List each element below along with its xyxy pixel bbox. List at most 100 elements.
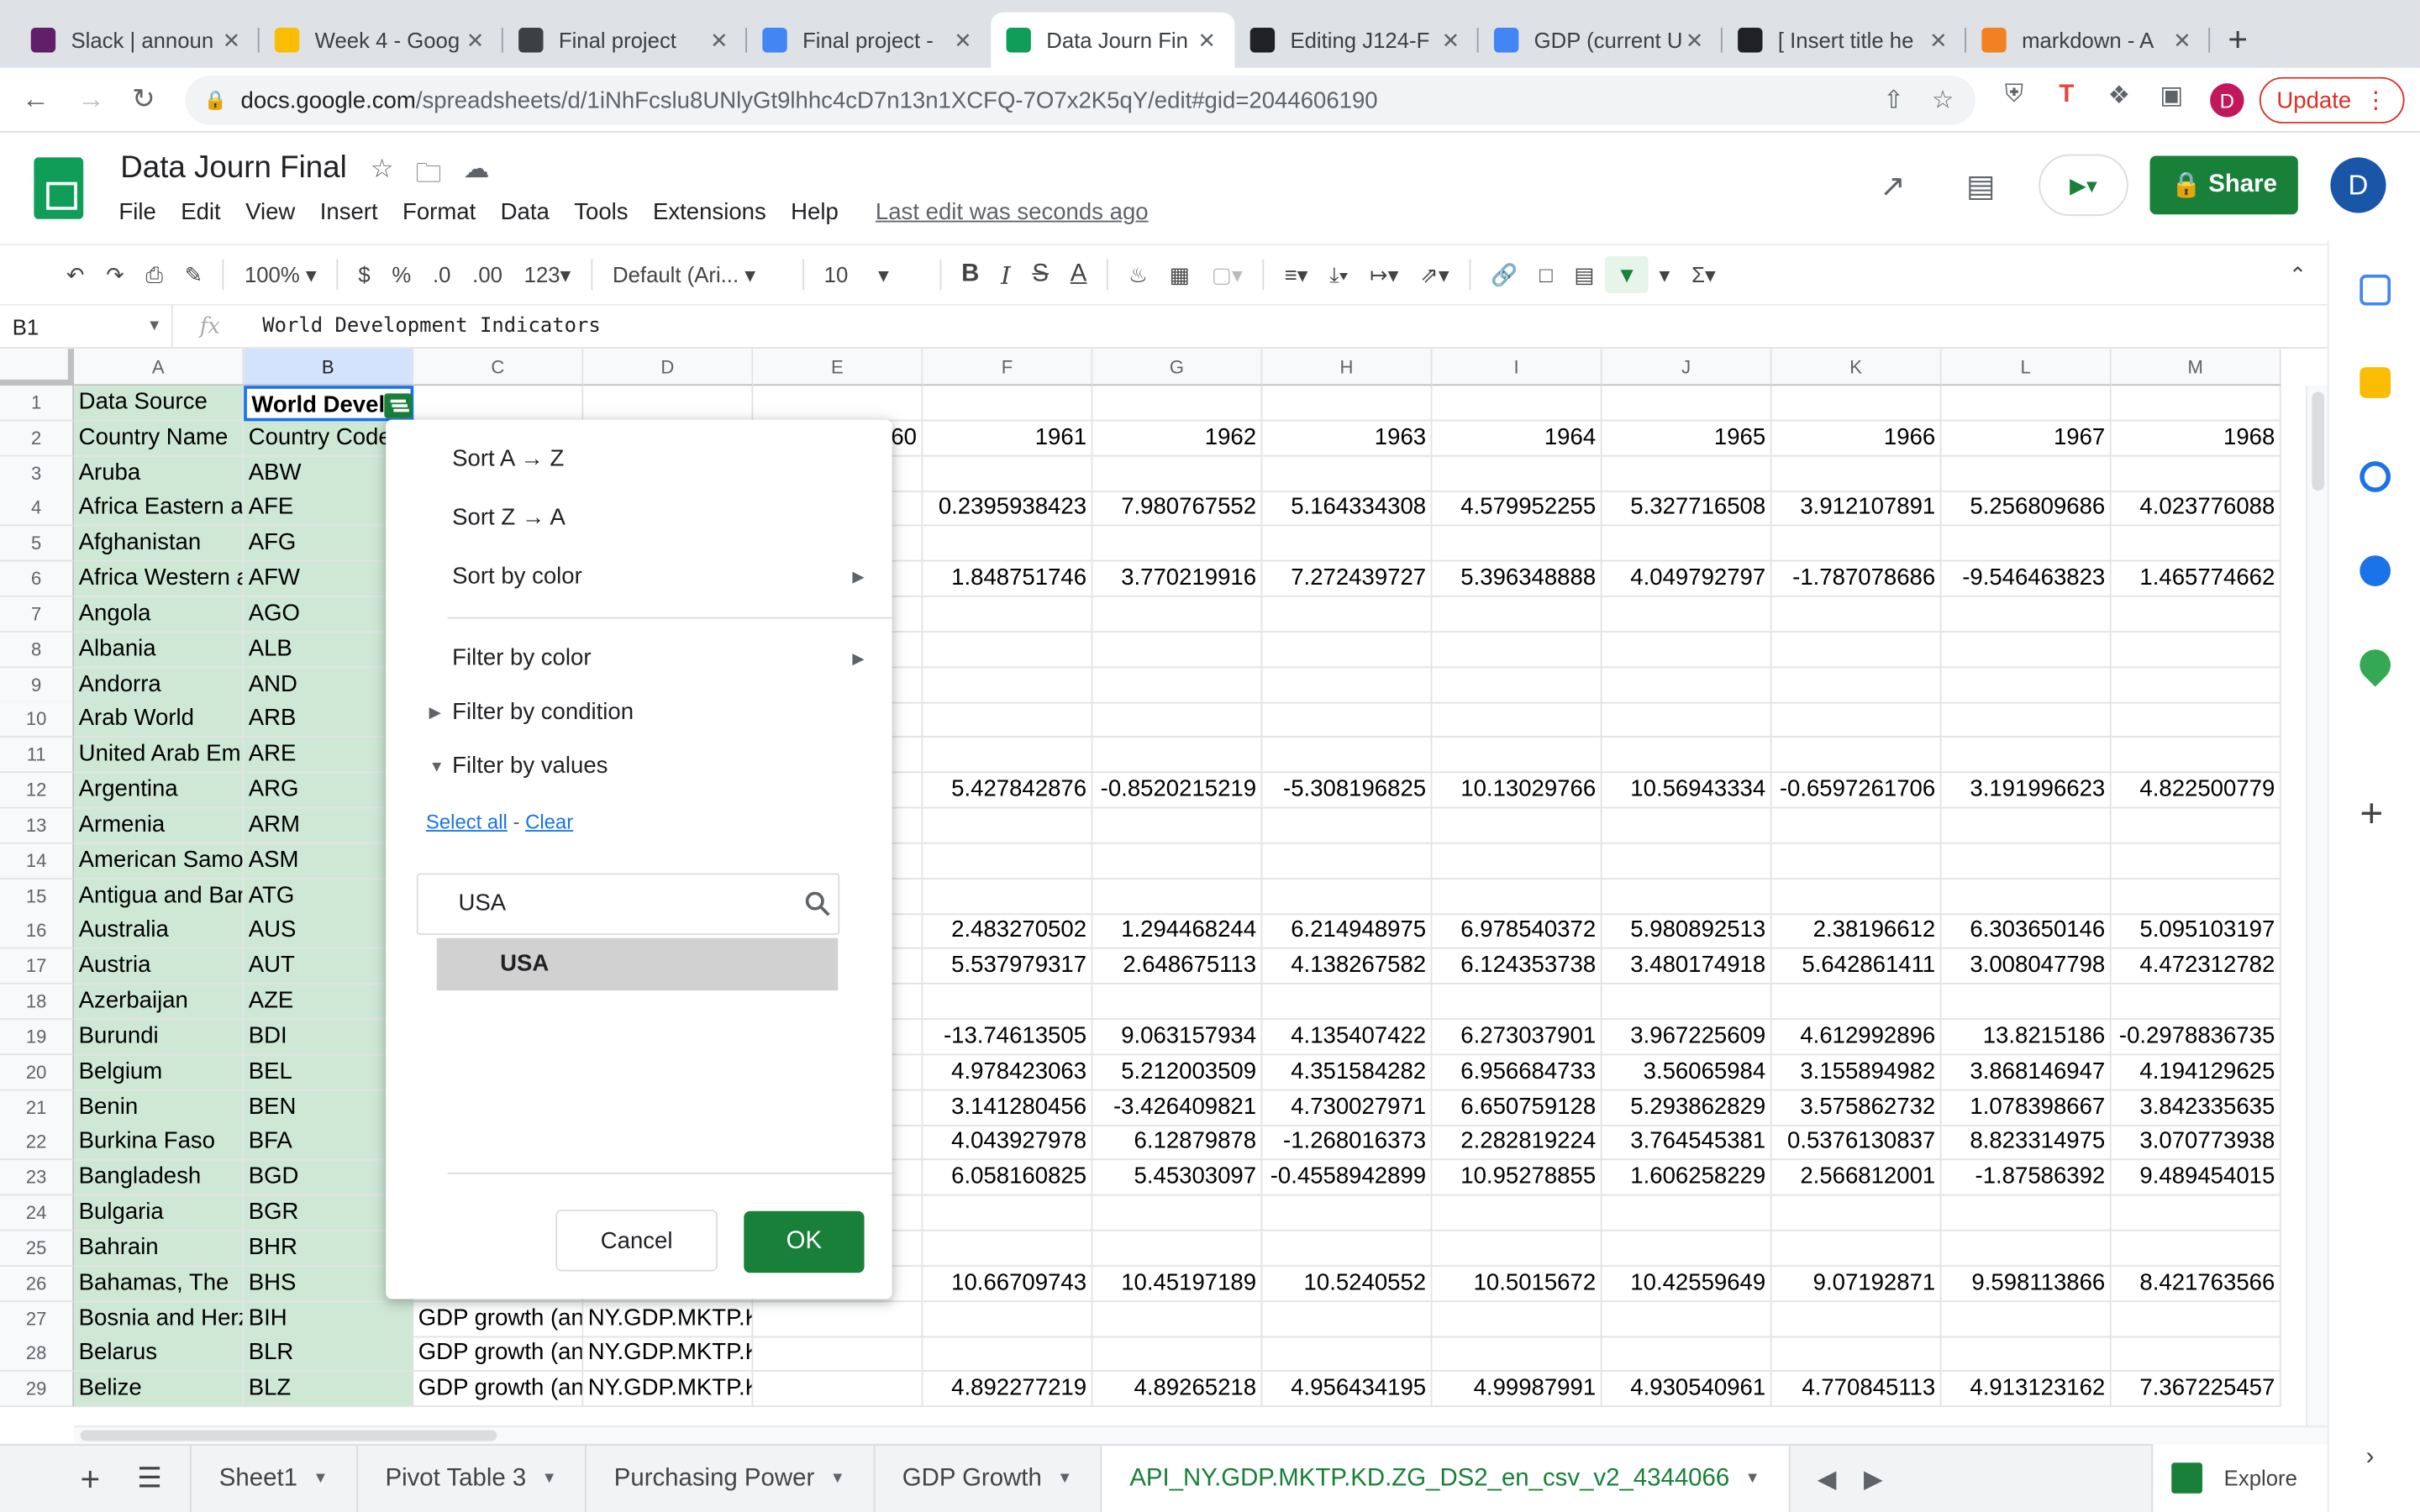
cell[interactable] xyxy=(1771,456,1942,492)
cell[interactable]: NY.GDP.MKTP.KD.ZG xyxy=(583,1372,754,1408)
puzzle-extensions-icon[interactable]: ❖ xyxy=(2102,79,2136,113)
cell[interactable]: 4.043927978 xyxy=(923,1125,1093,1161)
sort-a-z-item[interactable]: Sort A → Z xyxy=(452,446,564,472)
cell[interactable] xyxy=(1262,386,1433,422)
cell[interactable]: BIH xyxy=(244,1301,414,1337)
cell[interactable] xyxy=(1262,667,1433,703)
row-header[interactable]: 18 xyxy=(0,984,75,1021)
cell[interactable] xyxy=(923,667,1093,703)
cell[interactable]: 5.642861411 xyxy=(1771,949,1942,985)
close-tab-icon[interactable]: ✕ xyxy=(219,27,244,53)
cell[interactable]: -1.268016373 xyxy=(1262,1125,1433,1161)
cell[interactable] xyxy=(1602,1336,1772,1373)
all-sheets-icon[interactable]: ☰ xyxy=(128,1445,192,1512)
cell[interactable] xyxy=(1941,456,2112,492)
chevron-down-icon[interactable]: ▼ xyxy=(1057,1470,1072,1487)
cell[interactable]: -0.2978836735 xyxy=(2111,1019,2281,1056)
row-header[interactable]: 26 xyxy=(0,1266,75,1302)
cell[interactable] xyxy=(1432,1231,1602,1267)
cell[interactable]: 5.212003509 xyxy=(1092,1054,1263,1091)
menu-edit[interactable]: Edit xyxy=(181,199,220,225)
horizontal-scrollbar[interactable] xyxy=(74,1425,2328,1445)
cell[interactable]: 3.575862732 xyxy=(1771,1089,1942,1126)
cell[interactable] xyxy=(2111,667,2281,703)
vertical-scrollbar[interactable] xyxy=(2306,386,2328,1429)
bookmark-star-icon[interactable]: ☆ xyxy=(1932,85,1954,116)
collapse-arrow-icon[interactable]: ▼ xyxy=(429,759,445,776)
cell[interactable] xyxy=(1771,984,1942,1021)
text-color-icon[interactable]: A xyxy=(1060,260,1097,288)
cell[interactable]: 1964 xyxy=(1432,421,1602,457)
name-box[interactable]: B1 ▼ xyxy=(0,304,173,349)
insert-link-icon[interactable]: 🔗 xyxy=(1480,261,1528,287)
cell[interactable] xyxy=(1432,984,1602,1021)
cell[interactable] xyxy=(1262,632,1433,668)
chevron-down-icon[interactable]: ▼ xyxy=(830,1470,845,1487)
cell[interactable]: GDP growth (annual %) xyxy=(413,1372,584,1408)
cell[interactable]: 4.049792797 xyxy=(1602,561,1772,598)
cell[interactable]: 5.327716508 xyxy=(1602,491,1772,528)
column-header[interactable]: B xyxy=(244,349,414,386)
cell[interactable] xyxy=(1602,702,1772,738)
cell[interactable] xyxy=(1941,596,2112,633)
cell[interactable] xyxy=(1432,1195,1602,1231)
expand-arrow-icon[interactable]: ▶ xyxy=(429,705,441,722)
cell[interactable] xyxy=(1602,1231,1772,1267)
borders-icon[interactable]: ▦ xyxy=(1159,261,1201,287)
column-header[interactable]: D xyxy=(583,349,754,386)
add-on-plus-icon[interactable]: + xyxy=(2360,790,2383,837)
cell[interactable] xyxy=(1771,702,1942,738)
cell[interactable]: Aruba xyxy=(74,456,245,492)
sheet-tab[interactable]: GDP Growth ▼ xyxy=(875,1445,1102,1512)
cell[interactable]: 4.612992896 xyxy=(1771,1019,1942,1056)
more-formats-button[interactable]: 123▾ xyxy=(513,261,582,287)
cell[interactable]: 1968 xyxy=(2111,421,2281,457)
reload-icon[interactable]: ↻ xyxy=(118,83,170,116)
cell[interactable]: Country Name xyxy=(74,421,245,457)
cell[interactable] xyxy=(1602,843,1772,879)
cell[interactable]: 3.480174918 xyxy=(1602,949,1772,985)
new-tab-icon[interactable]: + xyxy=(2210,13,2265,68)
cell[interactable]: 7.980767552 xyxy=(1092,491,1263,528)
cell[interactable] xyxy=(923,632,1093,668)
cell[interactable] xyxy=(1092,632,1263,668)
column-header[interactable]: I xyxy=(1432,349,1602,386)
scroll-sheets-icon[interactable]: ◀ ▶ xyxy=(1790,1445,1911,1512)
cell[interactable]: 1.465774662 xyxy=(2111,561,2281,598)
cell[interactable] xyxy=(1771,526,1942,563)
cell[interactable] xyxy=(1092,526,1263,563)
sheets-logo-icon[interactable] xyxy=(34,157,84,219)
cell[interactable]: -9.546463823 xyxy=(1941,561,2112,598)
cell[interactable] xyxy=(1432,596,1602,633)
cell[interactable]: Burundi xyxy=(74,1019,245,1056)
cell[interactable]: 1.606258229 xyxy=(1602,1160,1772,1196)
cell[interactable] xyxy=(923,808,1093,844)
cell[interactable] xyxy=(1432,843,1602,879)
cell[interactable] xyxy=(1092,1301,1263,1337)
cell[interactable]: American Samoa xyxy=(74,843,245,879)
cell[interactable]: 4.023776088 xyxy=(2111,491,2281,528)
cancel-button[interactable]: Cancel xyxy=(555,1209,718,1272)
cell[interactable] xyxy=(1771,596,1942,633)
column-header[interactable]: G xyxy=(1092,349,1263,386)
row-header[interactable]: 24 xyxy=(0,1195,75,1231)
cell[interactable] xyxy=(923,738,1093,774)
filter-views-dropdown-icon[interactable]: ▾ xyxy=(1649,261,1681,287)
share-page-icon[interactable]: ⇧ xyxy=(1883,85,1904,116)
cell[interactable]: Bosnia and Herzegovina xyxy=(74,1301,245,1337)
text-rotation-icon[interactable]: ⇗▾ xyxy=(1409,261,1460,287)
cell[interactable] xyxy=(1771,808,1942,844)
cell[interactable]: -0.4558942899 xyxy=(1262,1160,1433,1196)
close-tab-icon[interactable]: ✕ xyxy=(463,27,487,53)
star-icon[interactable]: ☆ xyxy=(371,155,394,199)
column-header[interactable]: L xyxy=(1941,349,2112,386)
insert-chart-icon[interactable]: ▤ xyxy=(1563,261,1605,287)
chevron-down-icon[interactable]: ▼ xyxy=(313,1470,328,1487)
cell[interactable]: 5.293862829 xyxy=(1602,1089,1772,1126)
cell[interactable] xyxy=(1941,1195,2112,1231)
cell[interactable] xyxy=(753,1336,923,1373)
italic-icon[interactable]: I xyxy=(990,260,1021,289)
cell[interactable] xyxy=(1262,1231,1433,1267)
cell[interactable]: 4.579952255 xyxy=(1432,491,1602,528)
close-tab-icon[interactable]: ✕ xyxy=(707,27,731,53)
